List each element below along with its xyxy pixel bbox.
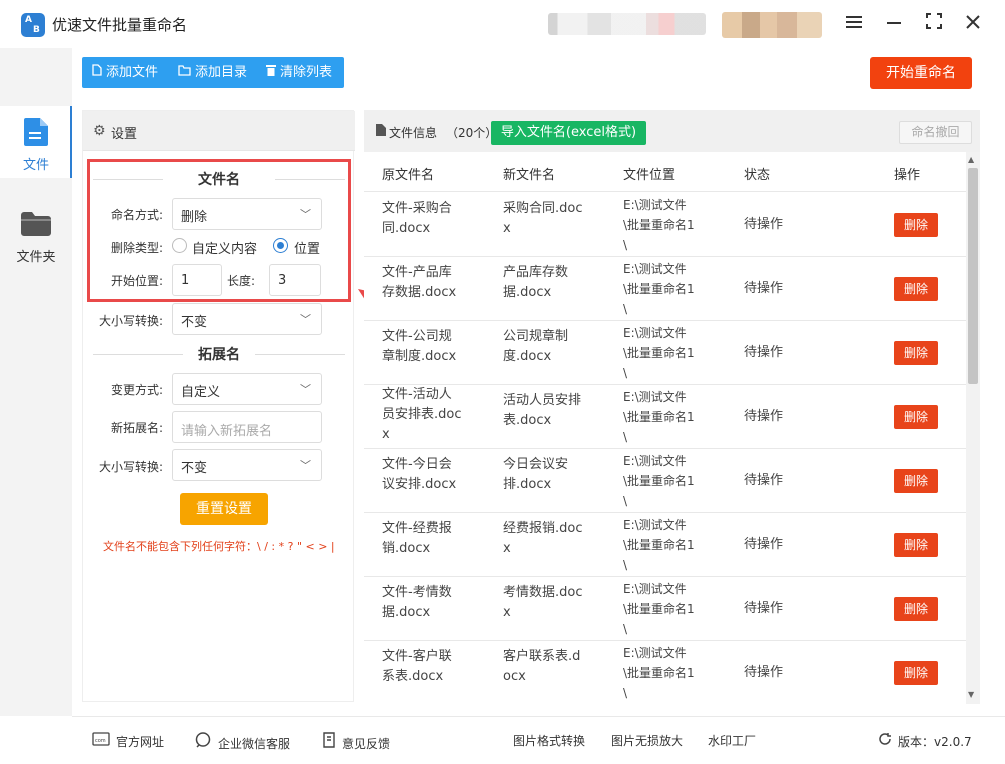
delete-row-button[interactable]: 删除 bbox=[894, 661, 938, 685]
start-rename-button[interactable]: 开始重命名 bbox=[870, 57, 972, 89]
table-row[interactable]: 文件-考情数 据.docx 考情数据.doc x E:\测试文件 \批量重命名1… bbox=[364, 577, 966, 641]
table-row[interactable]: 文件-客户联 系表.docx 客户联系表.d ocx E:\测试文件 \批量重命… bbox=[364, 641, 966, 705]
table-row[interactable]: 文件-公司规 章制度.docx 公司规章制 度.docx E:\测试文件 \批量… bbox=[364, 321, 966, 385]
chat-icon bbox=[194, 732, 212, 751]
chevron-down-icon: ﹀ bbox=[300, 383, 311, 396]
document-icon bbox=[376, 124, 386, 140]
blurred-avatar bbox=[722, 12, 822, 38]
import-excel-button[interactable]: 导入文件名(excel格式) bbox=[491, 121, 646, 145]
table-row[interactable]: 文件-经费报 销.docx 经费报销.doc x E:\测试文件 \批量重命名1… bbox=[364, 513, 966, 577]
table-row[interactable]: 文件-采购合 同.docx 采购合同.doc x E:\测试文件 \批量重命名1… bbox=[364, 193, 966, 257]
image-convert-link[interactable]: 图片格式转换 bbox=[513, 732, 585, 749]
highlight-box bbox=[87, 159, 351, 302]
case-label: 大小写转换: bbox=[98, 314, 163, 328]
svg-text:com: com bbox=[95, 738, 106, 744]
undo-rename-button[interactable]: 命名撤回 bbox=[899, 121, 972, 144]
delete-row-button[interactable]: 删除 bbox=[894, 533, 938, 557]
divider bbox=[255, 354, 345, 355]
maximize-icon[interactable] bbox=[920, 10, 948, 38]
app-title: 优速文件批量重命名 bbox=[52, 16, 188, 34]
table-scrollbar[interactable]: ▲ ▼ bbox=[966, 152, 980, 704]
case-select[interactable]: 不变 ﹀ bbox=[172, 303, 322, 335]
minimize-icon[interactable] bbox=[880, 10, 908, 38]
change-mode-label: 变更方式: bbox=[110, 383, 163, 397]
scroll-up-icon[interactable]: ▲ bbox=[968, 155, 974, 164]
website-icon: com bbox=[92, 732, 110, 749]
hamburger-icon[interactable] bbox=[840, 10, 868, 38]
delete-row-button[interactable]: 删除 bbox=[894, 213, 938, 237]
new-extension-input[interactable]: 请输入新拓展名 bbox=[172, 411, 322, 443]
refresh-icon bbox=[878, 732, 892, 749]
delete-row-button[interactable]: 删除 bbox=[894, 341, 938, 365]
chevron-down-icon: ﹀ bbox=[300, 313, 311, 326]
settings-header: ⚙ 设置 bbox=[83, 111, 355, 151]
ext-case-select[interactable]: 不变 ﹀ bbox=[172, 449, 322, 481]
version-info: 版本：v2.0.7 bbox=[878, 732, 972, 750]
rail-item-folder[interactable]: 文件夹 bbox=[0, 198, 72, 270]
clear-list-button[interactable]: 清除列表 bbox=[266, 57, 332, 88]
scrollbar-thumb[interactable] bbox=[968, 168, 978, 384]
ext-case-label: 大小写转换: bbox=[98, 460, 163, 474]
add-directory-button[interactable]: 添加目录 bbox=[178, 57, 247, 88]
close-icon[interactable] bbox=[959, 10, 987, 38]
table-row[interactable]: 文件-活动人 员安排表.doc x 活动人员安排 表.docx E:\测试文件 … bbox=[364, 385, 966, 449]
watermark-link[interactable]: 水印工厂 bbox=[708, 732, 756, 749]
wechat-support-link[interactable]: 企业微信客服 bbox=[194, 732, 290, 752]
delete-row-button[interactable]: 删除 bbox=[894, 405, 938, 429]
invalid-chars-warning: 文件名不能包含下列任何字符：\ / : * ? " < > | bbox=[103, 540, 335, 553]
new-extension-label: 新拓展名: bbox=[110, 421, 163, 435]
folder-icon bbox=[21, 212, 51, 240]
divider bbox=[93, 354, 183, 355]
file-list-header: 文件信息 （20个） 导入文件名(excel格式) 命名撤回 bbox=[364, 110, 980, 152]
delete-row-button[interactable]: 删除 bbox=[894, 469, 938, 493]
trash-icon bbox=[266, 57, 276, 88]
feedback-link[interactable]: 意见反馈 bbox=[322, 732, 390, 752]
table-header: 原文件名 新文件名 文件位置 状态 操作 bbox=[364, 152, 966, 192]
footer-bar: com 官方网址 企业微信客服 意见反馈 图片格式转换 图片无损放大 水印工厂 版… bbox=[72, 716, 1005, 764]
title-bar: AB 优速文件批量重命名 bbox=[0, 0, 1005, 48]
app-logo-icon: AB bbox=[21, 13, 45, 37]
reset-settings-button[interactable]: 重置设置 bbox=[180, 493, 268, 525]
table-row[interactable]: 文件-今日会 议安排.docx 今日会议安 排.docx E:\测试文件 \批量… bbox=[364, 449, 966, 513]
feedback-icon bbox=[322, 732, 336, 751]
delete-row-button[interactable]: 删除 bbox=[894, 277, 938, 301]
side-rail: 文件 文件夹 bbox=[0, 48, 72, 716]
blurred-user-info bbox=[548, 13, 706, 35]
gear-icon: ⚙ bbox=[93, 123, 106, 139]
file-count: （20个） bbox=[446, 126, 498, 140]
image-enlarge-link[interactable]: 图片无损放大 bbox=[611, 732, 683, 749]
delete-row-button[interactable]: 删除 bbox=[894, 597, 938, 621]
rail-item-file[interactable]: 文件 bbox=[0, 106, 72, 178]
chevron-down-icon: ﹀ bbox=[300, 459, 311, 472]
table-row[interactable]: 文件-产品库 存数据.docx 产品库存数 据.docx E:\测试文件 \批量… bbox=[364, 257, 966, 321]
file-icon bbox=[24, 118, 48, 150]
folder-add-icon bbox=[178, 57, 191, 88]
file-add-icon bbox=[92, 57, 102, 88]
file-list-panel: 文件信息 （20个） 导入文件名(excel格式) 命名撤回 原文件名 新文件名… bbox=[364, 110, 980, 704]
add-file-button[interactable]: 添加文件 bbox=[92, 57, 158, 88]
scroll-down-icon[interactable]: ▼ bbox=[968, 690, 974, 699]
website-link[interactable]: com 官方网址 bbox=[92, 732, 164, 750]
file-toolbar: 添加文件 添加目录 清除列表 bbox=[82, 57, 344, 88]
change-mode-select[interactable]: 自定义 ﹀ bbox=[172, 373, 322, 405]
